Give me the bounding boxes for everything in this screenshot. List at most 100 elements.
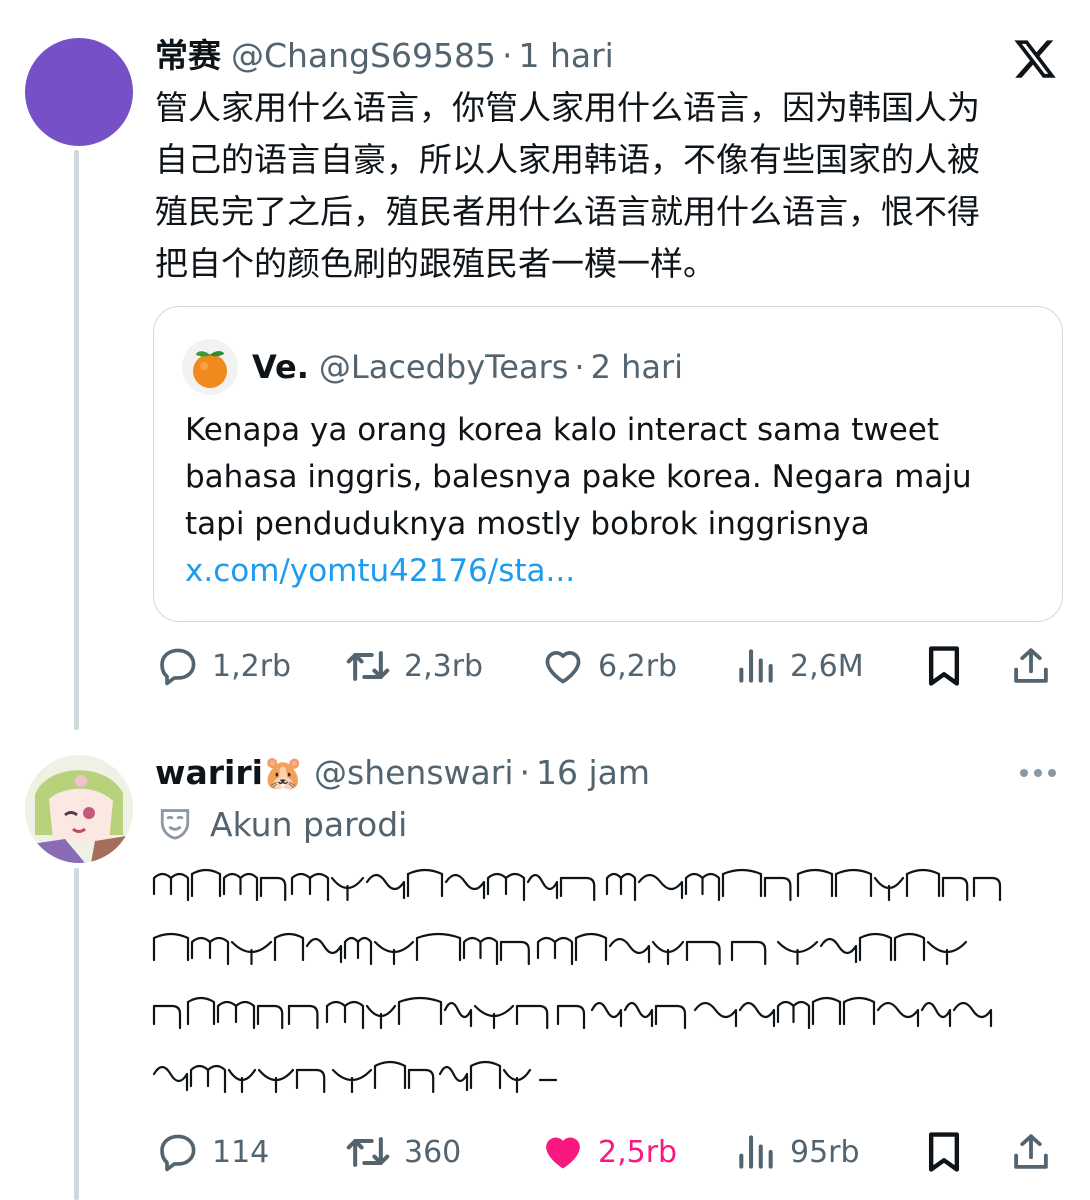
quote-text-line: tapi penduduknya mostly bobrok inggrisny… — [185, 506, 870, 542]
script-glyph — [473, 1004, 515, 1030]
tweet-actions: 114 360 2,5rb 95rb — [156, 1126, 1062, 1178]
quote-display-name[interactable]: Ve. — [252, 347, 309, 387]
views-button[interactable]: 2,6M — [734, 644, 924, 688]
script-glyph — [623, 1001, 654, 1028]
script-glyph — [637, 873, 684, 900]
script-glyph — [486, 872, 526, 902]
quote-user-handle[interactable]: @LacedbyTears — [319, 347, 569, 387]
avatar[interactable] — [25, 755, 133, 863]
reply-button[interactable]: 114 — [156, 1130, 344, 1174]
tweet-body: 管人家用什么语言，你管人家用什么语言，因为韩国人为 自己的语言自豪，所以人家用韩… — [155, 82, 1075, 290]
like-button[interactable]: 2,5rb — [540, 1130, 734, 1174]
like-count: 2,5rb — [598, 1134, 678, 1170]
script-glyph — [373, 940, 415, 966]
script-glyph — [273, 932, 305, 962]
script-glyph — [941, 876, 969, 902]
repost-icon — [346, 1137, 390, 1167]
script-glyph — [462, 936, 499, 966]
script-glyph — [526, 873, 559, 900]
script-glyph — [152, 1065, 189, 1092]
views-button[interactable]: 95rb — [734, 1130, 924, 1174]
repost-button[interactable]: 360 — [344, 1130, 540, 1174]
script-glyph — [190, 868, 222, 898]
script-glyph — [444, 873, 486, 900]
more-options-icon[interactable] — [1020, 769, 1056, 777]
reply-button[interactable]: 1,2rb — [156, 644, 344, 688]
script-glyph — [190, 936, 230, 966]
script-glyph — [365, 873, 406, 900]
separator-dot: · — [574, 348, 585, 386]
repost-button[interactable]: 2,3rb — [344, 644, 540, 688]
quoted-tweet[interactable]: Ve. @LacedbyTears · 2 hari Kenapa ya ora… — [153, 306, 1063, 622]
script-glyph — [685, 940, 721, 966]
script-glyph — [305, 937, 343, 964]
script-glyph — [819, 937, 858, 964]
user-handle[interactable]: @shenswari — [314, 753, 513, 793]
script-glyph — [189, 1064, 227, 1094]
repost-count: 360 — [404, 1134, 462, 1170]
script-glyph — [256, 1004, 284, 1030]
reply-count: 114 — [212, 1134, 270, 1170]
script-glyph — [499, 940, 530, 966]
script-glyph — [290, 872, 330, 902]
quote-text-line: Kenapa ya orang korea kalo interact sama… — [185, 412, 940, 448]
quote-timestamp[interactable]: 2 hari — [591, 347, 683, 387]
tweet-text-line: 管人家用什么语言，你管人家用什么语言，因为韩国人为 — [155, 88, 980, 127]
script-glyph — [763, 876, 792, 902]
script-glyph — [556, 1004, 586, 1030]
share-icon — [1014, 648, 1048, 683]
tweet-actions: 1,2rb 2,3rb 6,2rb 2,6M — [156, 640, 1062, 692]
share-button[interactable] — [1010, 1130, 1052, 1174]
script-glyph — [920, 1001, 952, 1028]
script-glyph — [574, 932, 608, 962]
script-glyph — [730, 940, 767, 966]
handwritten-script — [152, 868, 1002, 1094]
script-glyph — [605, 872, 637, 902]
script-glyph — [406, 868, 444, 898]
avatar[interactable] — [25, 38, 133, 146]
tweet-text-line: 自己的语言自豪，所以人家用韩语，不像有些国家的人被 — [155, 140, 980, 179]
script-glyph — [952, 1001, 993, 1028]
analytics-icon — [739, 649, 773, 683]
script-glyph — [287, 1004, 319, 1030]
script-glyph — [654, 1004, 687, 1030]
tweet-header: 常赛 @ChangS69585 · 1 hari — [155, 36, 614, 76]
tweet-text-line: 殖民完了之后，殖民者用什么语言就用什么语言，恨不得 — [155, 192, 980, 231]
quote-header: Ve. @LacedbyTears · 2 hari — [252, 347, 683, 387]
script-glyph — [608, 937, 651, 964]
script-glyph — [343, 936, 373, 966]
script-glyph — [230, 940, 273, 966]
script-glyph — [693, 1001, 738, 1028]
bookmark-button[interactable] — [924, 1130, 1010, 1174]
script-glyph — [295, 1068, 326, 1094]
script-glyph — [152, 1004, 182, 1030]
script-glyph — [721, 868, 763, 898]
script-glyph — [438, 1065, 469, 1092]
analytics-icon — [739, 1135, 773, 1169]
script-glyph — [257, 1068, 295, 1094]
bookmark-button[interactable] — [924, 644, 1010, 688]
quote-link[interactable]: x.com/yomtu42176/sta... — [185, 548, 972, 595]
parody-label: Akun parodi — [158, 802, 407, 846]
parody-label-text: Akun parodi — [210, 804, 408, 844]
script-glyph — [186, 996, 216, 1026]
quote-text-line: bahasa inggris, balesnya pake korea. Neg… — [185, 459, 972, 495]
tangerine-icon — [182, 339, 238, 395]
script-glyph — [373, 1060, 407, 1090]
repost-icon — [346, 651, 390, 681]
script-glyph — [259, 876, 287, 902]
timestamp[interactable]: 16 jam — [536, 753, 650, 793]
user-handle[interactable]: @ChangS69585 — [231, 36, 496, 76]
like-button[interactable]: 6,2rb — [540, 644, 734, 688]
script-glyph — [873, 876, 905, 902]
share-icon — [1014, 1134, 1048, 1169]
timestamp[interactable]: 1 hari — [518, 36, 613, 76]
script-glyph — [893, 932, 926, 962]
script-glyph — [365, 1004, 397, 1030]
share-button[interactable] — [1010, 644, 1052, 688]
display-name[interactable]: wariri🐹 — [155, 753, 304, 793]
script-glyph — [152, 872, 190, 902]
separator-dot: · — [519, 753, 530, 792]
script-glyph — [876, 1001, 920, 1028]
display-name[interactable]: 常赛 — [155, 36, 221, 76]
